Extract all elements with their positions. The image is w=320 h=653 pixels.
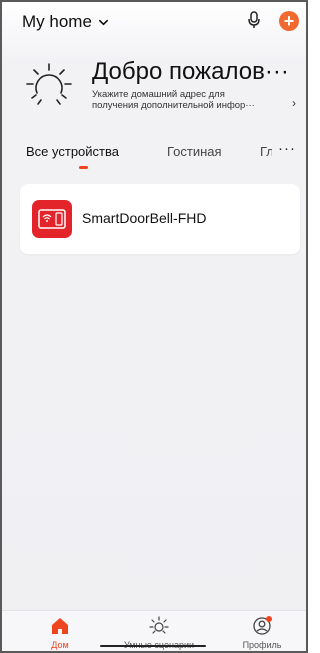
- nav-profile-label: Профиль: [242, 640, 282, 650]
- sun-icon: [26, 63, 72, 105]
- device-name: SmartDoorBell-FHD: [82, 210, 207, 226]
- home-selector[interactable]: My home: [22, 12, 109, 32]
- home-indicator-bar: [100, 645, 206, 647]
- room-tabs: Все устройства Гостиная Гл ···: [2, 140, 306, 170]
- welcome-subtitle-line1: Укажите домашний адрес для: [92, 89, 225, 100]
- tab-third-room[interactable]: Гл: [260, 144, 272, 159]
- sun-icon: [149, 616, 169, 634]
- profile-icon: [253, 616, 272, 635]
- home-icon: [52, 618, 68, 634]
- tab-living-room[interactable]: Гостиная: [167, 144, 222, 159]
- microphone-icon[interactable]: [246, 10, 262, 30]
- welcome-banner[interactable]: Добро пожалов··· Укажите домашний адрес …: [24, 58, 306, 116]
- home-name: My home: [22, 12, 92, 31]
- doorbell-monitor-glyph-icon: [38, 209, 66, 229]
- device-card[interactable]: SmartDoorBell-FHD: [20, 184, 300, 254]
- add-icon[interactable]: +: [279, 11, 299, 31]
- chevron-down-icon: [98, 19, 108, 25]
- welcome-subtitle-line2: получения дополнительной инфор···: [92, 100, 255, 111]
- more-tabs-icon[interactable]: ···: [278, 140, 296, 157]
- welcome-subtitle: Укажите домашний адрес для получения доп…: [92, 89, 292, 111]
- welcome-title: Добро пожалов···: [92, 58, 289, 85]
- active-tab-indicator: [79, 166, 88, 169]
- nav-home[interactable]: Дом: [10, 615, 110, 650]
- app-frame: My home + Добро пожалов··· Укажите домаш…: [0, 0, 308, 653]
- doorbell-monitor-icon: [32, 200, 72, 238]
- chevron-right-icon[interactable]: ›: [292, 96, 296, 110]
- tab-all-devices[interactable]: Все устройства: [26, 144, 119, 159]
- nav-home-label: Дом: [51, 640, 69, 650]
- nav-profile[interactable]: Профиль: [212, 615, 306, 650]
- top-header: My home +: [2, 2, 306, 40]
